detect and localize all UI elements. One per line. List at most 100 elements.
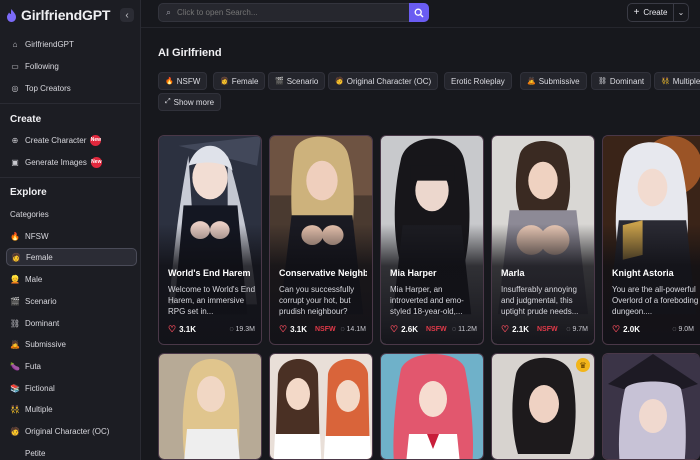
sidebar-item-create-character[interactable]: ⊕ Create Character New — [6, 131, 137, 149]
sidebar-item-home[interactable]: ⌂ GirlfriendGPT — [6, 35, 137, 53]
male-icon: 👱 — [10, 274, 20, 284]
sidebar-item-label: Futa — [25, 361, 42, 371]
character-card[interactable] — [602, 353, 700, 460]
card-likes[interactable]: ♡ 2.0K — [612, 324, 640, 335]
card-description: Mia Harper, an introverted and emo-style… — [390, 285, 464, 316]
chip-original-character[interactable]: 🧑 Original Character (OC) — [328, 72, 439, 90]
home-icon: ⌂ — [12, 39, 18, 49]
fire-icon: 🔥 — [10, 231, 20, 241]
chip-scenario[interactable]: 🎬 Scenario — [268, 72, 326, 90]
multiple-people-icon: 👯 — [661, 78, 670, 85]
sidebar-category-female[interactable]: 👩 Female — [6, 248, 137, 266]
sidebar-item-label: Generate Images — [25, 157, 87, 167]
sidebar-category-multiple[interactable]: 👯 Multiple — [6, 400, 137, 418]
fire-icon: 🔥 — [165, 78, 174, 85]
chip-nsfw[interactable]: 🔥 NSFW — [158, 72, 208, 90]
image-icon: ▣ — [11, 157, 19, 167]
sidebar-item-top-creators[interactable]: ◎ Top Creators — [6, 79, 137, 97]
chats-count: 19.3M — [235, 326, 255, 333]
card-stats: ♡ 2.1K NSFW ◌ 9.7M — [501, 324, 588, 335]
chain-icon: ⛓ — [598, 78, 607, 85]
search-button[interactable] — [409, 3, 429, 22]
chip-erotic-roleplay[interactable]: Erotic Roleplay — [444, 72, 512, 90]
likes-count: 3.1K — [179, 325, 196, 334]
chevron-left-icon[interactable]: ‹ — [120, 8, 134, 22]
character-card[interactable] — [380, 353, 484, 460]
person-icon: 🧑 — [10, 426, 20, 436]
heart-icon: ♡ — [279, 324, 288, 334]
new-badge: New — [90, 156, 102, 168]
card-likes[interactable]: ♡ 3.1K — [168, 324, 196, 335]
likes-count: 2.6K — [401, 325, 418, 334]
plus-icon: + — [633, 7, 640, 18]
card-chats: ◌ 11.2M — [452, 326, 477, 333]
search-icon — [414, 8, 424, 17]
chip-multiple[interactable]: 👯 Multiple — [654, 72, 700, 90]
sidebar-category-futa[interactable]: 🍆 Futa — [6, 357, 137, 375]
sidebar-item-label: Create Character — [25, 135, 87, 145]
chip-submissive[interactable]: 🙇 Submissive — [520, 72, 587, 90]
chip-label: NSFW — [176, 76, 201, 86]
sidebar-category-nfsw[interactable]: 🔥 NFSW — [6, 227, 137, 245]
card-chats: ◌ 14.1M — [340, 326, 366, 333]
likes-count: 3.1K — [290, 325, 307, 334]
character-card[interactable] — [269, 353, 373, 460]
character-portrait — [159, 354, 261, 459]
character-portrait — [381, 354, 483, 459]
sidebar-item-label: Fictional — [25, 383, 55, 393]
card-name: Knight Astoria — [612, 268, 674, 278]
sidebar-item-generate-images[interactable]: ▣ Generate Images New — [6, 153, 137, 171]
card-likes[interactable]: ♡ 2.6K — [390, 324, 418, 335]
books-icon: 📚 — [10, 383, 20, 393]
chat-bubble-icon: ◌ — [566, 326, 571, 333]
character-card[interactable]: Marla Insufferably annoying and judgment… — [491, 135, 595, 345]
trophy-icon: ◎ — [11, 83, 19, 93]
character-card[interactable]: Knight Astoria You are the all-powerful … — [602, 135, 700, 345]
female-icon: 👩 — [11, 252, 21, 262]
show-more-button[interactable]: ⤢ Show more — [158, 93, 222, 111]
sidebar-category-scenario[interactable]: 🎬 Scenario — [6, 292, 137, 310]
search-input[interactable] — [177, 8, 398, 17]
character-card[interactable]: Mia Harper Mia Harper, an introverted an… — [380, 135, 484, 345]
sidebar-category-dominant[interactable]: ⛓ Dominant — [6, 314, 137, 332]
chip-female[interactable]: 👩 Female — [213, 72, 266, 90]
create-button-label: Create — [643, 8, 668, 17]
character-portrait — [603, 354, 700, 459]
character-card[interactable] — [158, 353, 262, 460]
explore-section-title: Explore — [10, 187, 47, 198]
brand-name: GirlfriendGPT — [21, 7, 111, 23]
sidebar-category-submissive[interactable]: 🙇 Submissive — [6, 335, 137, 353]
bow-icon: 🙇 — [10, 339, 20, 349]
chip-dominant[interactable]: ⛓ Dominant — [591, 72, 652, 90]
sidebar-category-petite[interactable]: Petite — [6, 444, 137, 460]
sidebar-category-fictional[interactable]: 📚 Fictional — [6, 379, 137, 397]
sidebar-category-original-character[interactable]: 🧑 Original Character (OC) — [6, 422, 137, 440]
page-title: AI Girlfriend — [158, 47, 222, 59]
card-stats: ♡ 2.0K ◌ 9.0M — [612, 324, 694, 335]
categories-label: Categories — [10, 210, 49, 219]
chevron-down-icon[interactable]: ⌄ — [673, 3, 689, 22]
brand[interactable]: GirlfriendGPT — [0, 0, 140, 30]
card-chats: ◌ 9.7M — [566, 326, 588, 333]
sidebar-item-following[interactable]: ▭ Following — [6, 57, 137, 75]
search-bar[interactable]: ⌕ — [158, 3, 429, 22]
character-card[interactable]: Conservative Neighbour Can you successfu… — [269, 135, 373, 345]
chip-label: Female — [231, 76, 259, 86]
divider — [0, 103, 141, 104]
card-likes[interactable]: ♡ 3.1K — [279, 324, 307, 335]
character-card[interactable]: World's End Harem Welcome to World's End… — [158, 135, 262, 345]
chip-label: Submissive — [538, 76, 580, 86]
card-likes[interactable]: ♡ 2.1K — [501, 324, 529, 335]
bow-icon: 🙇 — [527, 78, 536, 85]
character-card[interactable]: ♛ — [491, 353, 595, 460]
following-icon: ▭ — [11, 61, 19, 71]
card-description: Welcome to World's End Harem, an immersi… — [168, 285, 256, 316]
card-stats: ♡ 3.1K NSFW ◌ 14.1M — [279, 324, 366, 335]
new-badge: New — [90, 134, 102, 146]
card-name: Mia Harper — [390, 268, 437, 278]
female-icon: 👩 — [220, 78, 229, 85]
chip-label: Original Character (OC) — [346, 76, 432, 86]
sidebar-category-male[interactable]: 👱 Male — [6, 270, 137, 288]
create-button[interactable]: + Create — [627, 3, 674, 22]
chip-label: Multiple — [672, 76, 700, 86]
